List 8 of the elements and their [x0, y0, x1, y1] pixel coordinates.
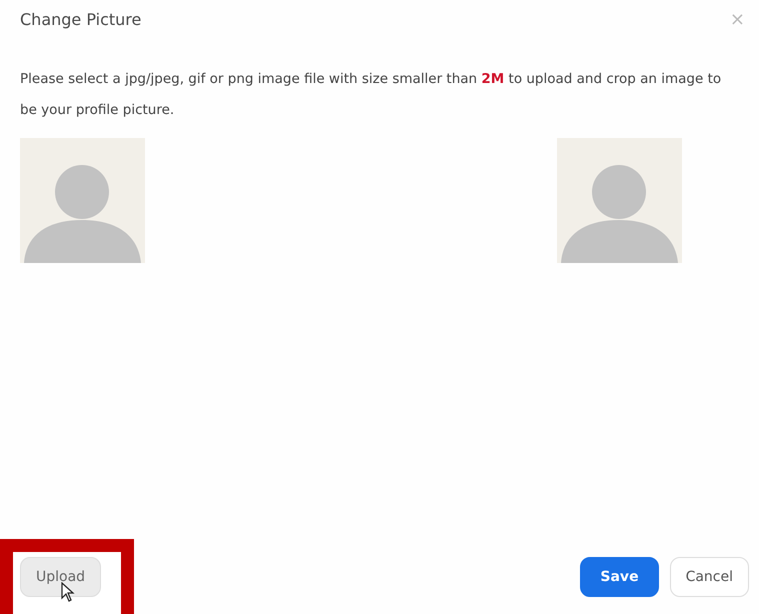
- dialog-title: Change Picture: [20, 10, 142, 28]
- cancel-button[interactable]: Cancel: [670, 557, 749, 597]
- instructions-text: Please select a jpg/jpeg, gif or png image file with size smaller than 2M to upload and crop an image to be your profile picture.: [20, 70, 722, 120]
- save-button[interactable]: Save: [580, 557, 659, 597]
- cursor-icon: [61, 582, 75, 602]
- avatar-icon: [20, 138, 145, 263]
- avatar-icon: [557, 138, 682, 263]
- upload-button[interactable]: Upload: [20, 557, 102, 597]
